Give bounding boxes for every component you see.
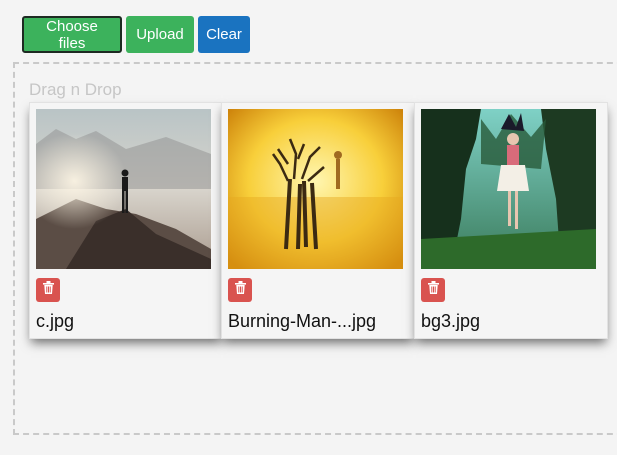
file-card: Burning-Man-...jpg [221, 102, 415, 339]
clear-button[interactable]: Clear [198, 16, 250, 53]
file-name: c.jpg [36, 311, 75, 331]
delete-file-button[interactable] [36, 278, 60, 302]
trash-icon [234, 281, 246, 299]
delete-file-button[interactable] [228, 278, 252, 302]
file-name: Burning-Man-...jpg [228, 311, 377, 331]
delete-file-button[interactable] [421, 278, 445, 302]
file-thumbnail [36, 109, 211, 269]
file-thumbnail [421, 109, 596, 269]
file-thumbnail [228, 109, 403, 269]
upload-button[interactable]: Upload [126, 16, 194, 53]
trash-icon [42, 281, 54, 299]
choose-files-button[interactable]: Choose files [22, 16, 122, 53]
drop-zone-label: Drag n Drop [29, 80, 122, 99]
drop-zone[interactable]: Drag n Drop c.jpg Burning-Man-...jpg bg3… [13, 62, 617, 435]
file-card: bg3.jpg [414, 102, 608, 339]
file-name: bg3.jpg [421, 311, 481, 331]
trash-icon [427, 281, 439, 299]
file-card: c.jpg [29, 102, 223, 339]
toolbar: Choose files Upload Clear [22, 16, 250, 53]
